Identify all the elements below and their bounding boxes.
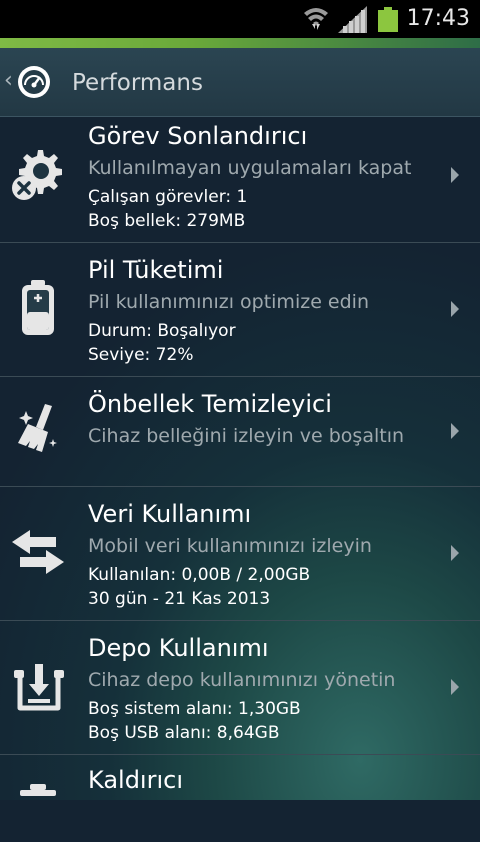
- task-killer-icon: [12, 150, 62, 200]
- item-title: Önbellek Temizleyici: [88, 390, 332, 418]
- list-item-battery-usage[interactable]: Pil Tüketimi Pil kullanımınızı optimize …: [0, 242, 480, 377]
- back-chevron-icon[interactable]: ‹: [4, 68, 13, 93]
- item-detail: Durum: Boşalıyor: [88, 321, 236, 341]
- item-detail: 30 gün - 21 Kas 2013: [88, 589, 271, 609]
- chevron-right-icon: [451, 167, 459, 183]
- list-item-uninstaller[interactable]: Kaldırıcı: [0, 754, 480, 814]
- item-title: Görev Sonlandırıcı: [88, 122, 308, 150]
- chevron-right-icon: [451, 545, 459, 561]
- list-item-task-killer[interactable]: Görev Sonlandırıcı Kullanılmayan uygulam…: [0, 116, 480, 243]
- data-transfer-icon: [12, 530, 64, 574]
- item-subtitle: Kullanılmayan uygulamaları kapat: [88, 157, 412, 179]
- chevron-right-icon: [451, 301, 459, 317]
- item-detail: Kullanılan: 0,00B / 2,00GB: [88, 565, 311, 585]
- battery-icon: [378, 7, 398, 32]
- item-detail: Boş sistem alanı: 1,30GB: [88, 699, 301, 719]
- broom-icon: [18, 404, 57, 452]
- item-title: Depo Kullanımı: [88, 634, 269, 662]
- list-item-data-usage[interactable]: Veri Kullanımı Mobil veri kullanımınızı …: [0, 486, 480, 621]
- status-time: 17:43: [406, 6, 470, 31]
- item-subtitle: Mobil veri kullanımınızı izleyin: [88, 535, 372, 557]
- storage-icon: [14, 664, 64, 711]
- app-bar[interactable]: ‹ Performans: [0, 48, 480, 117]
- signal-icon: [338, 6, 367, 33]
- item-detail: Çalışan görevler: 1: [88, 187, 248, 207]
- item-detail: Seviye: 72%: [88, 345, 194, 365]
- item-title: Veri Kullanımı: [88, 500, 252, 528]
- item-detail: Boş USB alanı: 8,64GB: [88, 723, 280, 743]
- uninstaller-icon: [20, 784, 56, 796]
- item-title: Pil Tüketimi: [88, 256, 224, 284]
- chevron-right-icon: [451, 679, 459, 695]
- accent-bar: [0, 38, 480, 48]
- list-item-storage-usage[interactable]: Depo Kullanımı Cihaz depo kullanımınızı …: [0, 620, 480, 755]
- speedometer-icon[interactable]: [16, 64, 52, 100]
- item-title: Kaldırıcı: [88, 766, 183, 794]
- page-title: Performans: [72, 70, 203, 96]
- chevron-right-icon: [451, 423, 459, 439]
- list-item-cache-cleaner[interactable]: Önbellek Temizleyici Cihaz belleğini izl…: [0, 376, 480, 487]
- item-subtitle: Pil kullanımınızı optimize edin: [88, 291, 369, 313]
- status-bar: 17:43: [0, 0, 480, 38]
- wifi-icon: [304, 8, 328, 30]
- battery-icon: [22, 280, 54, 335]
- item-subtitle: Cihaz depo kullanımınızı yönetin: [88, 669, 396, 691]
- item-detail: Boş bellek: 279MB: [88, 211, 246, 231]
- item-subtitle: Cihaz belleğini izleyin ve boşaltın: [88, 425, 405, 447]
